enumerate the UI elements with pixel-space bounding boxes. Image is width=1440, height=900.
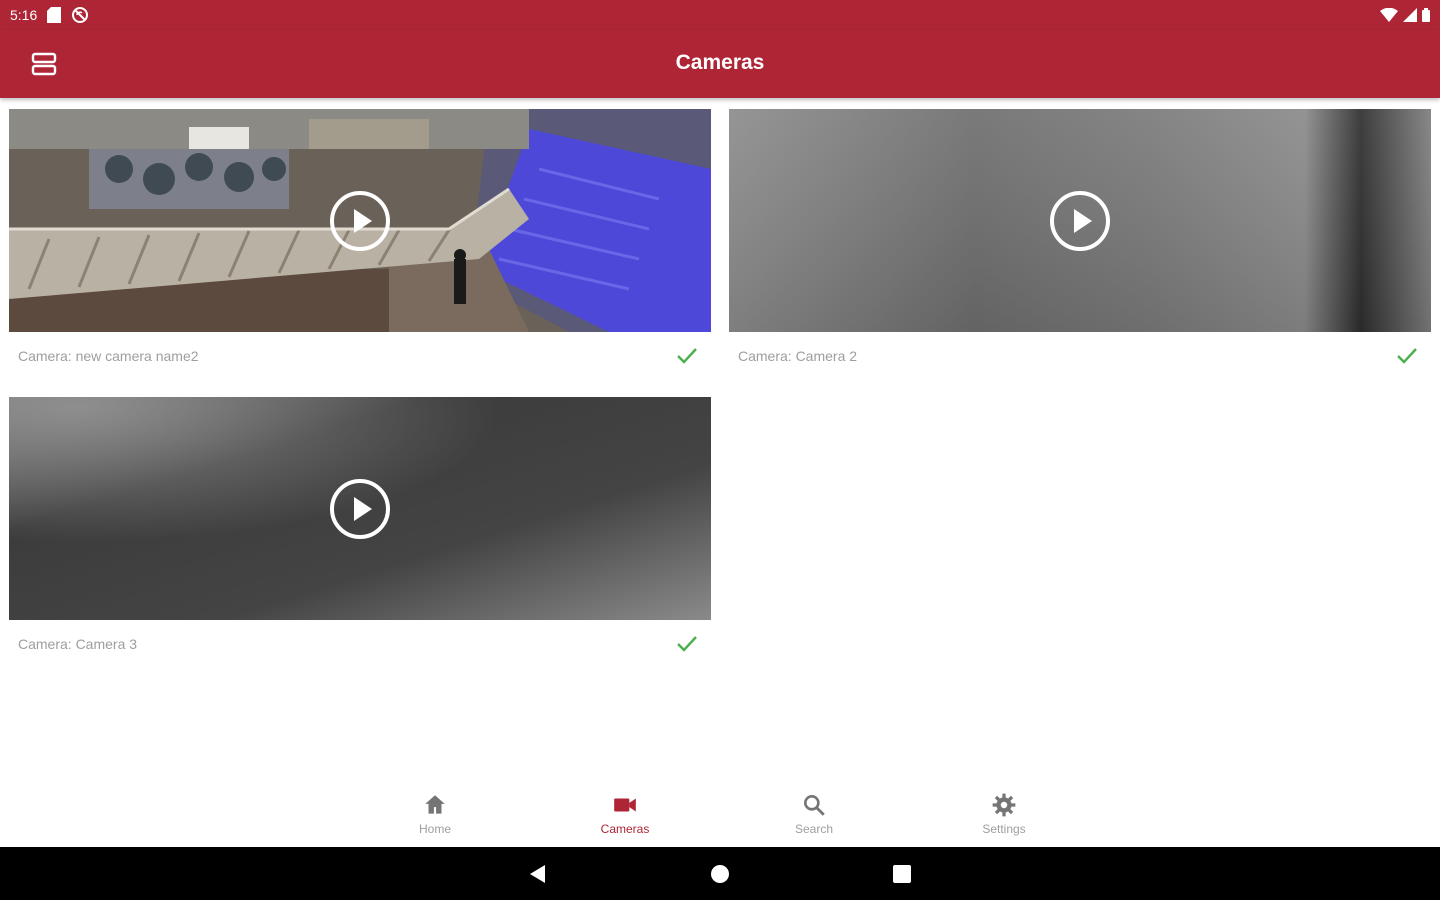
play-icon[interactable] xyxy=(329,478,391,540)
camera-thumbnail-3[interactable] xyxy=(9,397,711,620)
home-circle-icon[interactable] xyxy=(707,861,733,887)
camera-card-2: Camera: Camera 2 xyxy=(729,109,1431,380)
camera-label: Camera: new camera name2 xyxy=(18,348,199,364)
check-icon xyxy=(1397,348,1417,364)
nav-label: Cameras xyxy=(600,822,650,836)
status-left: 5:16 xyxy=(10,6,89,24)
gear-icon xyxy=(992,793,1016,817)
status-time: 5:16 xyxy=(10,7,38,23)
camera-caption-3: Camera: Camera 3 xyxy=(9,620,711,668)
bottom-navigation: Home Cameras Search Settings xyxy=(0,782,1440,847)
play-icon[interactable] xyxy=(329,190,391,252)
status-right xyxy=(1380,8,1430,22)
nav-item-cameras[interactable]: Cameras xyxy=(565,792,685,836)
camera-label: Camera: Camera 3 xyxy=(18,636,138,652)
check-icon xyxy=(677,636,697,652)
home-icon xyxy=(425,795,445,814)
nav-label: Search xyxy=(794,822,834,836)
back-icon[interactable] xyxy=(525,861,551,887)
check-icon xyxy=(677,348,697,364)
page-title: Cameras xyxy=(675,51,765,74)
system-navigation-bar xyxy=(0,847,1440,900)
nav-label: Settings xyxy=(982,822,1026,836)
cameras-screen: 5:16 Cameras Camera: new camera name2 Ca… xyxy=(0,0,1440,900)
battery-icon xyxy=(1422,8,1430,22)
status-bar: 5:16 xyxy=(0,0,1440,30)
nav-label: Home xyxy=(418,822,451,836)
recents-icon[interactable] xyxy=(889,861,915,887)
signal-icon xyxy=(1403,8,1417,22)
camera-caption-1: Camera: new camera name2 xyxy=(9,332,711,380)
search-icon xyxy=(804,795,825,816)
camera-card-3: Camera: Camera 3 xyxy=(9,397,711,668)
wifi-icon xyxy=(1380,8,1398,22)
camera-thumbnail-2[interactable] xyxy=(729,109,1431,332)
nav-item-home[interactable]: Home xyxy=(375,792,495,836)
nav-item-settings[interactable]: Settings xyxy=(944,792,1064,836)
app-bar: Cameras xyxy=(0,30,1440,98)
no-sync-icon xyxy=(72,7,89,23)
videocam-icon xyxy=(614,798,636,812)
camera-label: Camera: Camera 2 xyxy=(738,348,858,364)
nav-item-search[interactable]: Search xyxy=(754,792,874,836)
sd-card-icon xyxy=(47,7,62,23)
camera-caption-2: Camera: Camera 2 xyxy=(729,332,1431,380)
camera-card-1: Camera: new camera name2 xyxy=(9,109,711,380)
camera-thumbnail-1[interactable] xyxy=(9,109,711,332)
play-icon[interactable] xyxy=(1049,190,1111,252)
